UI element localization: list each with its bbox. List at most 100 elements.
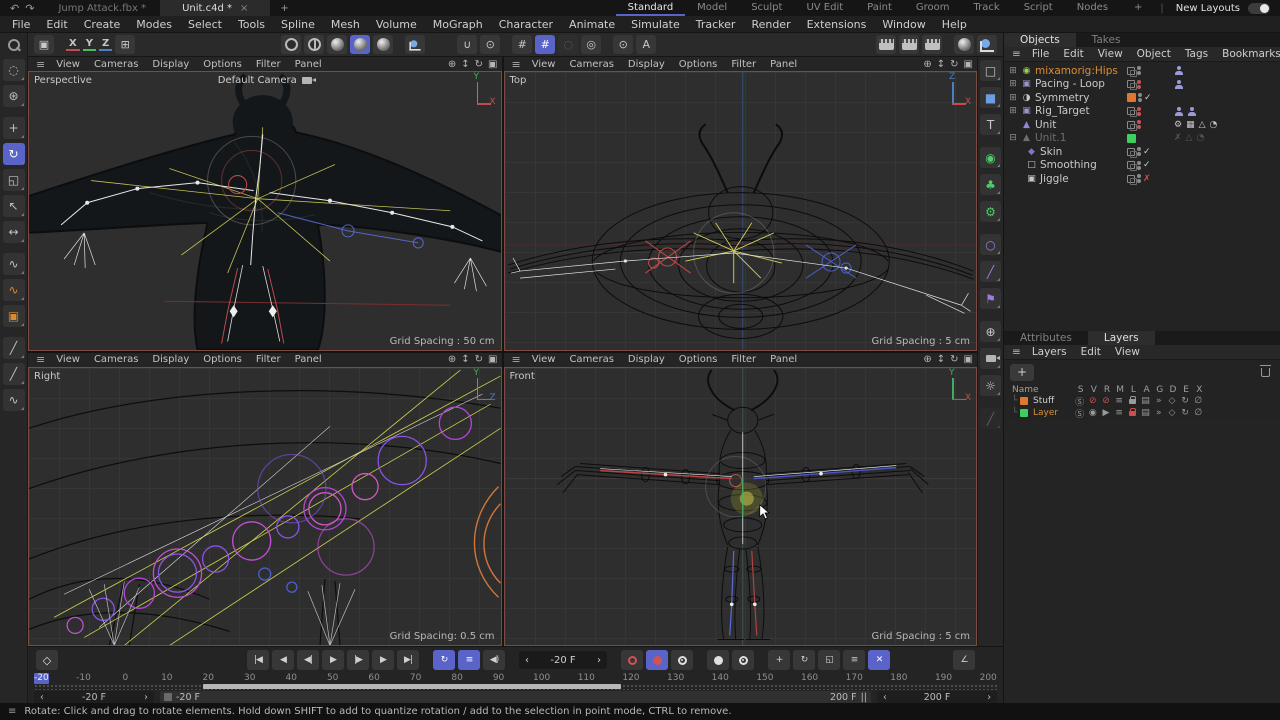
hamburger-icon[interactable]: ≡ — [508, 58, 525, 71]
viewport-menu-item[interactable]: Display — [145, 354, 196, 365]
layer-icon[interactable] — [1127, 148, 1135, 156]
menubar-item[interactable]: Volume — [368, 18, 425, 31]
add-tab-button[interactable]: + — [270, 3, 298, 14]
trash-icon[interactable] — [1261, 368, 1270, 377]
render-off-icon[interactable]: ⊘ — [1099, 396, 1112, 406]
live-selection-tool[interactable]: ◌ — [3, 59, 25, 81]
tweak-tool[interactable]: ⊛ — [3, 85, 25, 107]
layer-icon[interactable] — [1127, 107, 1135, 115]
autokey-button[interactable] — [646, 650, 668, 670]
xref-icon[interactable]: ∅ — [1192, 408, 1205, 418]
orbit-icon[interactable]: ↻ — [475, 354, 483, 365]
pan-icon[interactable]: ⊕ — [448, 59, 456, 70]
object-menu-item[interactable]: View — [1091, 48, 1130, 60]
generators-icon[interactable]: » — [1152, 408, 1165, 418]
viewport-menu-item[interactable]: Options — [672, 354, 725, 365]
layout-tab[interactable]: Track — [962, 0, 1012, 16]
tree-item-unit-1[interactable]: ⊟ ▲ Unit.1 ✗ △ ◔ — [1004, 132, 1280, 146]
voxel-tool[interactable]: ▣ — [3, 305, 25, 327]
material-manager-button[interactable] — [954, 35, 974, 54]
commander-search-button[interactable] — [0, 33, 27, 57]
key-parameters-button[interactable]: ≡ — [843, 650, 865, 670]
shading-constant-button[interactable] — [281, 35, 301, 54]
circle-spline-tool[interactable]: ○ — [980, 234, 1001, 255]
previous-frame-button[interactable]: ◀| — [297, 650, 319, 670]
viewport-menu-item[interactable]: Cameras — [87, 59, 145, 70]
render-view-button[interactable] — [876, 35, 896, 54]
range-slider-end-handle[interactable]: || — [861, 692, 867, 703]
document-tab-jump-attack[interactable]: Jump Attack.fbx * — [44, 0, 160, 16]
menubar-item[interactable]: Mesh — [323, 18, 368, 31]
layout-tab[interactable]: Groom — [904, 0, 962, 16]
render-settings-button[interactable] — [922, 35, 942, 54]
expand-icon[interactable]: ⊞ — [1008, 79, 1018, 89]
hamburger-icon[interactable]: ≡ — [8, 706, 16, 717]
document-tab-unit[interactable]: Unit.c4d * × — [160, 0, 270, 16]
spline-smooth-tool[interactable]: ∿ — [3, 279, 25, 301]
expand-icon[interactable]: ⊞ — [1008, 66, 1018, 76]
field-tool[interactable]: ⚙ — [980, 201, 1001, 222]
render-region-button[interactable] — [899, 35, 919, 54]
visibility-dots[interactable] — [1137, 66, 1141, 75]
menubar-item[interactable]: Animate — [561, 18, 623, 31]
viewport-menu-item[interactable]: Cameras — [562, 59, 620, 70]
expand-icon[interactable]: ⊞ — [1008, 106, 1018, 116]
tab-objects[interactable]: Objects — [1004, 33, 1076, 47]
spin-right-icon[interactable]: › — [987, 692, 991, 703]
new-layouts-button[interactable]: New Layouts — [1170, 3, 1246, 14]
cube-primitive-tool[interactable]: ■ — [980, 87, 1001, 108]
animation-icon[interactable]: ▤ — [1139, 408, 1152, 418]
expressions-icon[interactable]: ↻ — [1179, 396, 1192, 406]
spin-left-icon[interactable]: ‹ — [40, 692, 44, 703]
menubar-item[interactable]: Tools — [230, 18, 273, 31]
generators-icon[interactable]: » — [1152, 396, 1165, 406]
viewport-menu-item[interactable]: Panel — [763, 354, 804, 365]
close-tab-icon[interactable]: × — [240, 3, 248, 14]
viewport-menu-item[interactable]: Display — [621, 59, 672, 70]
interactive-render-region-button[interactable] — [977, 35, 997, 54]
texture-tag-icon[interactable]: ▦ — [1186, 120, 1195, 130]
manager-icon[interactable]: ≡ — [1113, 396, 1126, 406]
viewport-menu-item[interactable]: Display — [621, 354, 672, 365]
axis-lock-y[interactable]: Y — [83, 38, 96, 51]
camera-label[interactable]: Default Camera — [29, 75, 501, 86]
goto-start-button[interactable]: |◀ — [247, 650, 269, 670]
hamburger-icon[interactable]: ≡ — [32, 58, 49, 71]
tree-item-pacing-loop[interactable]: ⊞ ▣ Pacing - Loop — [1004, 78, 1280, 92]
goto-end-button[interactable]: ▶| — [397, 650, 419, 670]
menubar-item[interactable]: Render — [743, 18, 798, 31]
motion-tag-icon[interactable] — [1187, 107, 1196, 116]
dolly-icon[interactable]: ↕ — [461, 59, 469, 70]
expand-icon[interactable]: ⊞ — [1008, 93, 1018, 103]
shading-lines-button[interactable] — [304, 35, 324, 54]
dolly-icon[interactable]: ↕ — [937, 354, 945, 365]
next-frame-button[interactable]: |▶ — [347, 650, 369, 670]
viewport-layout-button[interactable]: ▣ — [34, 35, 54, 54]
layer-color-chip[interactable] — [1020, 409, 1028, 417]
layer-color-chip[interactable] — [1127, 134, 1136, 143]
visibility-dots[interactable] — [1137, 174, 1141, 183]
object-menu-item[interactable]: Edit — [1056, 48, 1090, 60]
record-active-objects-button[interactable] — [621, 650, 643, 670]
phong-tag-icon[interactable]: △ — [1186, 133, 1193, 143]
deformers-icon[interactable]: ◇ — [1165, 396, 1178, 406]
layer-icon[interactable] — [1127, 80, 1135, 88]
tree-item-unit[interactable]: ▲ Unit ⚙ ▦ △ ◔ — [1004, 118, 1280, 132]
maximize-icon[interactable]: ▣ — [964, 354, 973, 365]
solo-icon[interactable]: Ⓢ — [1073, 407, 1086, 420]
add-layout-button[interactable]: + — [1122, 0, 1154, 16]
untriangulate-button[interactable]: ∪ — [457, 35, 477, 54]
object-menu-item[interactable]: File — [1025, 48, 1057, 60]
quantize-button[interactable]: ◌ — [558, 35, 578, 54]
ngon-button[interactable]: ⊙ — [480, 35, 500, 54]
cloner-tool[interactable]: ◉ — [980, 147, 1001, 168]
viewport-menu-item[interactable]: Options — [196, 59, 249, 70]
viewport-menu-item[interactable]: View — [49, 59, 87, 70]
range-end-spinner[interactable]: ‹ 200 F › — [877, 691, 997, 703]
record-keyframe-button[interactable]: ◇ — [36, 650, 58, 670]
layout-tab[interactable]: Paint — [855, 0, 904, 16]
viewport-menu-item[interactable]: Options — [196, 354, 249, 365]
frame-spin-left-icon[interactable]: ‹ — [525, 655, 529, 666]
lock-icon[interactable] — [1129, 411, 1136, 416]
light-tool[interactable]: ☼ — [980, 375, 1001, 396]
